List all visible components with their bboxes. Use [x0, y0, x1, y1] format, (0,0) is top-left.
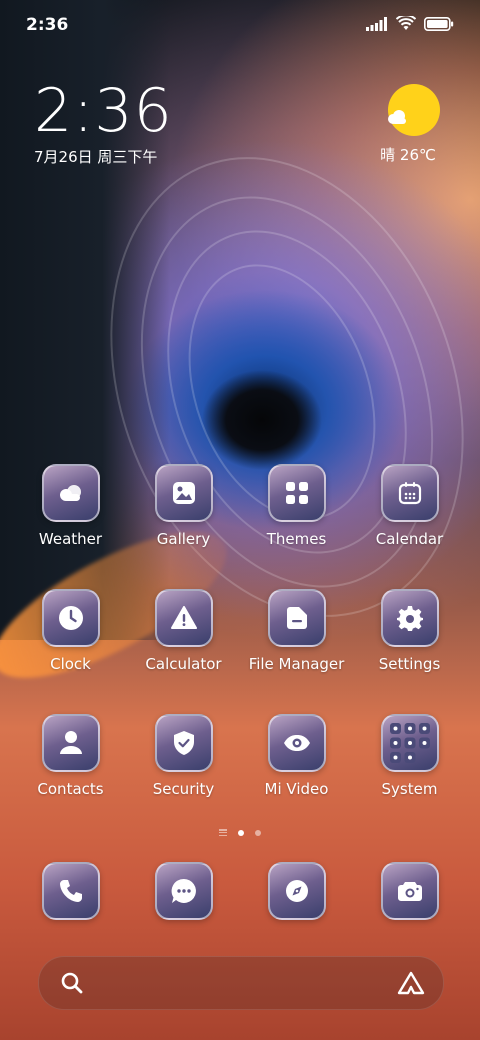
app-label: File Manager: [248, 655, 345, 673]
sun-cloud-icon: [388, 84, 440, 136]
clock-icon: [41, 589, 100, 647]
dock-browser[interactable]: [240, 862, 353, 920]
app-settings[interactable]: Settings: [353, 589, 466, 673]
search-icon[interactable]: [61, 972, 83, 994]
warning-triangle-icon: [154, 589, 213, 647]
folder-icon: [267, 589, 326, 647]
clock-widget[interactable]: 2:36 7月26日 周三下午: [34, 78, 173, 167]
weather-cloud-icon: [41, 464, 100, 522]
dock-messages[interactable]: [127, 862, 240, 920]
clock-time: 2:36: [34, 76, 173, 146]
app-label: Contacts: [37, 780, 104, 798]
phone-icon: [41, 862, 100, 920]
shield-check-icon: [154, 714, 213, 772]
app-gallery[interactable]: Gallery: [127, 464, 240, 548]
calendar-icon: [380, 464, 439, 522]
status-bar: 2:36: [0, 0, 480, 50]
status-time: 2:36: [26, 15, 69, 35]
app-contacts[interactable]: Contacts: [14, 714, 127, 798]
page-dot-active: [238, 829, 244, 836]
status-icons: [366, 16, 454, 31]
clock-date: 7月26日 周三下午: [34, 148, 158, 166]
page-dot: [255, 829, 261, 836]
app-label: System: [381, 780, 438, 798]
app-label: Calculator: [145, 655, 222, 673]
wifi-icon: [396, 16, 416, 30]
app-weather[interactable]: Weather: [14, 464, 127, 548]
weather-widget[interactable]: 晴 26℃: [380, 84, 444, 165]
folder-grid-icon: [380, 714, 439, 772]
app-label: Security: [152, 780, 215, 798]
app-label: Mi Video: [264, 780, 329, 798]
assistant-logo-icon[interactable]: [397, 971, 425, 995]
app-label: Settings: [378, 655, 441, 673]
app-system-folder[interactable]: System: [353, 714, 466, 798]
dock-camera[interactable]: [353, 862, 466, 920]
app-label: Themes: [266, 530, 327, 548]
app-themes[interactable]: Themes: [240, 464, 353, 548]
message-icon: [154, 862, 213, 920]
app-calendar[interactable]: Calendar: [353, 464, 466, 548]
search-bar[interactable]: [38, 956, 444, 1010]
app-mi-video[interactable]: Mi Video: [240, 714, 353, 798]
gallery-icon: [154, 464, 213, 522]
themes-grid-icon: [267, 464, 326, 522]
eye-icon: [267, 714, 326, 772]
contacts-icon: [41, 714, 100, 772]
dock-phone[interactable]: [14, 862, 127, 920]
app-label: Calendar: [375, 530, 444, 548]
page-indicator-lines-icon: [219, 829, 227, 836]
app-clock[interactable]: Clock: [14, 589, 127, 673]
app-label: Clock: [50, 655, 91, 673]
battery-icon: [424, 16, 454, 31]
camera-icon: [380, 862, 439, 920]
compass-icon: [267, 862, 326, 920]
app-label: Gallery: [156, 530, 211, 548]
page-indicator[interactable]: [0, 829, 480, 836]
app-calculator[interactable]: Calculator: [127, 589, 240, 673]
gear-icon: [380, 589, 439, 647]
app-security[interactable]: Security: [127, 714, 240, 798]
app-file-manager[interactable]: File Manager: [240, 589, 353, 673]
weather-text: 晴 26℃: [380, 146, 436, 164]
signal-icon: [366, 16, 387, 31]
app-label: Weather: [38, 530, 103, 548]
